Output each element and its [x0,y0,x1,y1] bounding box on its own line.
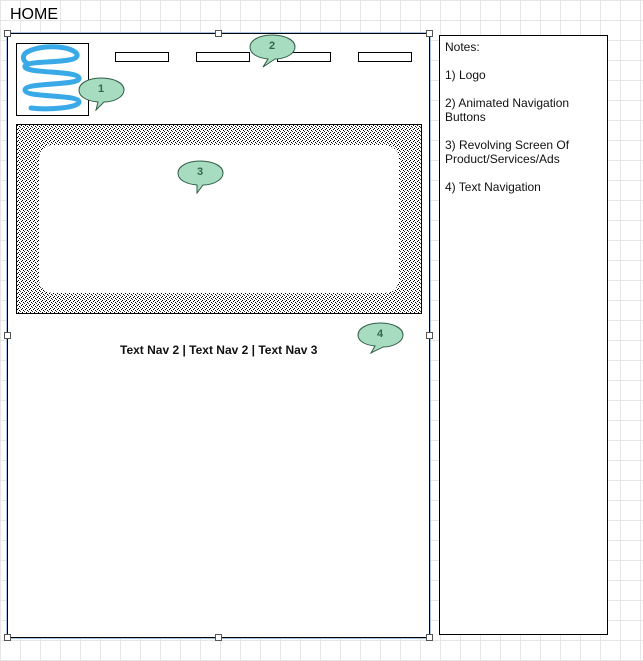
notes-title: Notes: [445,40,480,54]
selection-handle-bottom-middle[interactable] [215,634,222,641]
nav-button-4[interactable] [358,52,412,62]
callout-2: 2 [249,34,297,68]
stipple-border [17,125,421,313]
note-item: 3) Revolving Screen Of Product/Services/… [445,138,570,166]
notes-panel: Notes: 1) Logo 2) Animated Navigation Bu… [439,35,608,635]
page-title: HOME [10,6,58,23]
revolving-screen-placeholder [16,124,422,314]
selection-handle-middle-right[interactable] [426,332,433,339]
callout-number: 3 [196,166,204,178]
note-item: 4) Text Navigation [445,180,541,194]
selection-handle-top-left[interactable] [4,30,11,37]
selection-handle-middle-left[interactable] [4,332,11,339]
text-navigation[interactable]: Text Nav 2 | Text Nav 2 | Text Nav 3 [120,343,317,357]
callout-number: 1 [97,83,105,95]
selection-handle-top-middle[interactable] [215,30,222,37]
selection-handle-bottom-right[interactable] [426,634,433,641]
nav-button-2[interactable] [196,52,250,62]
callout-1: 1 [78,77,126,112]
selection-handle-bottom-left[interactable] [4,634,11,641]
callout-4: 4 [357,322,405,356]
note-item: 1) Logo [445,68,486,82]
nav-button-1[interactable] [115,52,169,62]
callout-number: 4 [376,328,384,340]
note-item: 2) Animated Navigation Buttons [445,96,570,124]
callout-3: 3 [177,160,225,195]
selection-handle-top-right[interactable] [426,30,433,37]
callout-number: 2 [268,40,276,52]
